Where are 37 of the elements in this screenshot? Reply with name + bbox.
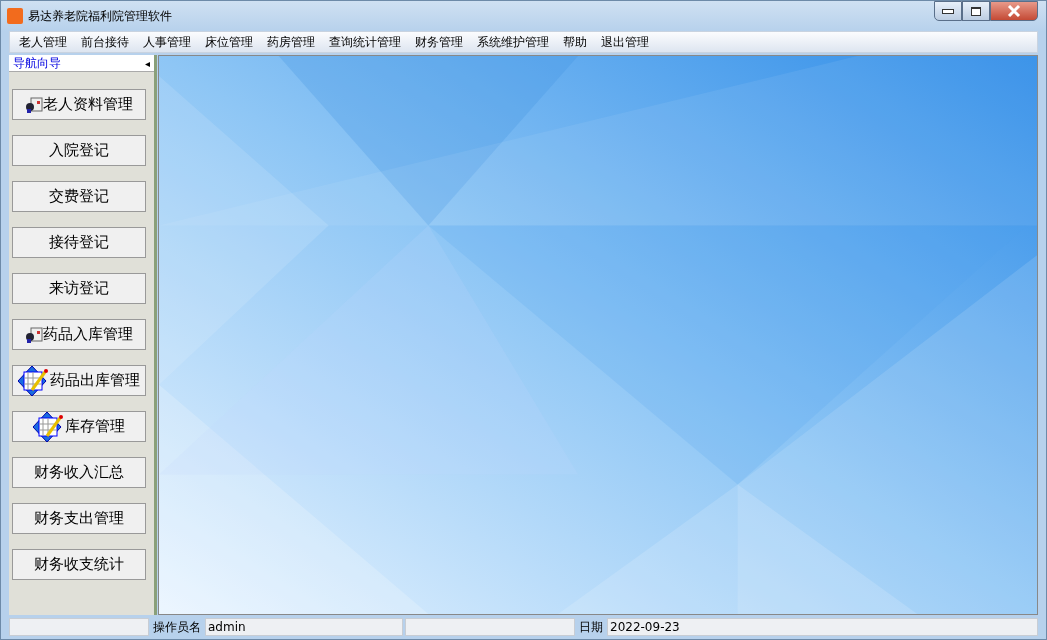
navigation-button[interactable]: 药品出库管理 — [12, 365, 146, 396]
menu-item[interactable]: 系统维护管理 — [470, 33, 556, 51]
window-title: 易达养老院福利院管理软件 — [28, 7, 173, 25]
close-icon — [1007, 5, 1021, 17]
navigation-button[interactable]: 财务收支统计 — [12, 549, 146, 580]
menu-item[interactable]: 查询统计管理 — [322, 33, 408, 51]
card-icon — [25, 95, 43, 114]
operator-label: 操作员名 — [152, 618, 202, 636]
menu-item[interactable]: 药房管理 — [260, 33, 322, 51]
navigation-button[interactable]: 来访登记 — [12, 273, 146, 304]
navigation-button[interactable]: 接待登记 — [12, 227, 146, 258]
minimize-button[interactable] — [934, 1, 962, 21]
navigation-button[interactable]: 老人资料管理 — [12, 89, 146, 120]
navigation-button[interactable]: 入院登记 — [12, 135, 146, 166]
app-logo-icon — [7, 8, 23, 24]
navigation-title: 导航向导 — [13, 54, 61, 72]
menu-item[interactable]: 帮助 — [556, 33, 594, 51]
navigation-button[interactable]: 库存管理 — [12, 411, 146, 442]
edit-table-icon — [33, 411, 65, 442]
maximize-button[interactable] — [962, 1, 990, 21]
close-button[interactable] — [990, 1, 1038, 21]
date-field: 2022-09-23 — [607, 618, 1038, 636]
menu-item[interactable]: 床位管理 — [198, 33, 260, 51]
navigation-button[interactable]: 财务支出管理 — [12, 503, 146, 534]
collapse-button[interactable]: ◂ — [144, 57, 150, 69]
menu-item[interactable]: 老人管理 — [12, 33, 74, 51]
menu-item[interactable]: 退出管理 — [594, 33, 656, 51]
navigation-button[interactable]: 财务收入汇总 — [12, 457, 146, 488]
navigation-button[interactable]: 药品入库管理 — [12, 319, 146, 350]
navigation-button[interactable]: 交费登记 — [12, 181, 146, 212]
card-icon — [25, 325, 43, 344]
date-label: 日期 — [578, 618, 604, 636]
menu-item[interactable]: 前台接待 — [74, 33, 136, 51]
menu-item[interactable]: 财务管理 — [408, 33, 470, 51]
operator-field: admin — [205, 618, 403, 636]
edit-table-icon — [18, 365, 50, 396]
menu-item[interactable]: 人事管理 — [136, 33, 198, 51]
